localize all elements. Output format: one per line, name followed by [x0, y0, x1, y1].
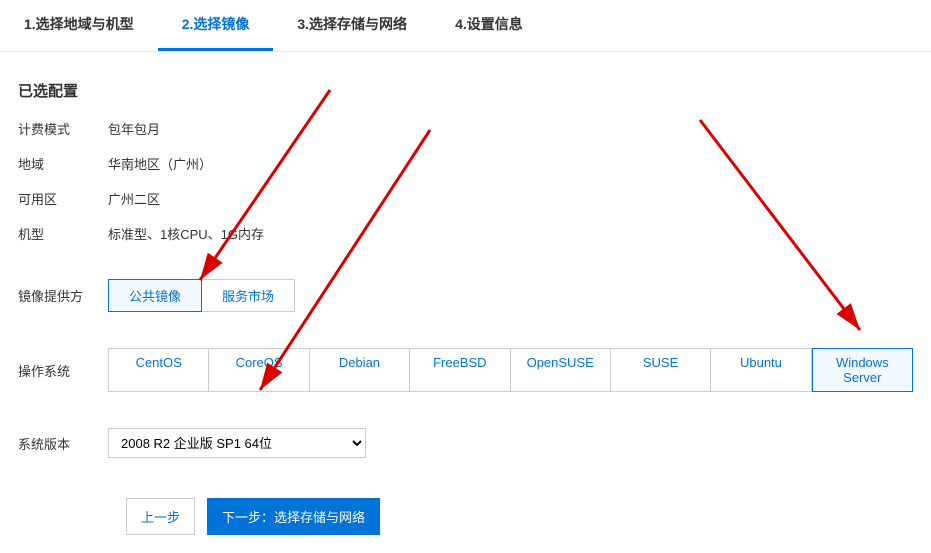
image-provider-public[interactable]: 公共镜像	[108, 279, 202, 312]
version-label: 系统版本	[18, 434, 108, 453]
os-debian[interactable]: Debian	[310, 348, 410, 392]
footer-buttons: 上一步 下一步：选择存储与网络	[18, 498, 913, 535]
os-suse[interactable]: SUSE	[611, 348, 711, 392]
region-label: 地域	[18, 154, 108, 173]
main-content: 已选配置 计费模式 包年包月 地域 华南地区（广州） 可用区 广州二区 机型 标…	[0, 52, 931, 553]
billing-label: 计费模式	[18, 119, 108, 138]
type-label: 机型	[18, 224, 108, 243]
os-opensuse[interactable]: OpenSUSE	[511, 348, 611, 392]
prev-button[interactable]: 上一步	[126, 498, 195, 535]
os-freebsd[interactable]: FreeBSD	[410, 348, 510, 392]
os-label: 操作系统	[18, 361, 108, 380]
os-centos[interactable]: CentOS	[108, 348, 209, 392]
os-group: CentOS CoreOS Debian FreeBSD OpenSUSE SU…	[108, 348, 913, 392]
region-value: 华南地区（广州）	[108, 154, 212, 173]
version-select[interactable]: 2008 R2 企业版 SP1 64位	[108, 428, 366, 458]
next-button[interactable]: 下一步：选择存储与网络	[207, 498, 380, 535]
section-title: 已选配置	[18, 80, 913, 101]
image-provider-label: 镜像提供方	[18, 286, 108, 305]
step-tabs: 1.选择地域与机型 2.选择镜像 3.选择存储与网络 4.设置信息	[0, 0, 931, 52]
tab-region[interactable]: 1.选择地域与机型	[0, 0, 158, 51]
os-coreos[interactable]: CoreOS	[209, 348, 309, 392]
zone-value: 广州二区	[108, 189, 160, 208]
zone-label: 可用区	[18, 189, 108, 208]
billing-value: 包年包月	[108, 119, 160, 138]
os-windows[interactable]: Windows Server	[812, 348, 913, 392]
tab-storage[interactable]: 3.选择存储与网络	[273, 0, 431, 51]
image-provider-market[interactable]: 服务市场	[202, 279, 295, 312]
tab-settings[interactable]: 4.设置信息	[431, 0, 547, 51]
type-value: 标准型、1核CPU、1G内存	[108, 224, 264, 243]
image-provider-group: 公共镜像 服务市场	[108, 279, 295, 312]
tab-image[interactable]: 2.选择镜像	[158, 0, 274, 51]
os-ubuntu[interactable]: Ubuntu	[711, 348, 811, 392]
